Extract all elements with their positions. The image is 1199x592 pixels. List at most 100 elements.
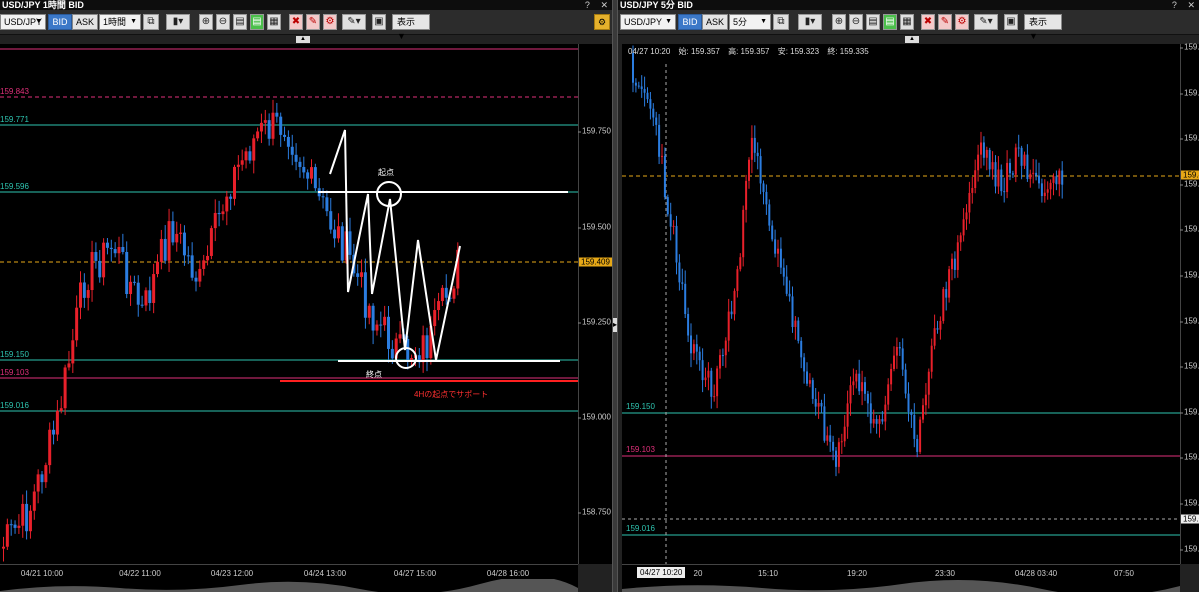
- candle-body: [379, 324, 383, 326]
- bid-button[interactable]: BID: [678, 14, 702, 30]
- candle-body: [302, 166, 306, 173]
- candle-body: [858, 373, 861, 392]
- candle-body: [1009, 162, 1011, 174]
- collapse-toolbar-icon[interactable]: ▲: [296, 36, 310, 43]
- candle-body: [1043, 192, 1046, 197]
- candle-body: [632, 52, 634, 83]
- grid-icon[interactable]: ▦: [267, 14, 281, 30]
- window-icon[interactable]: ▤: [233, 14, 247, 30]
- candle-body: [800, 340, 803, 358]
- candle-body: [840, 441, 843, 443]
- help-icon[interactable]: ?: [585, 0, 590, 10]
- draw-tool-icon[interactable]: ✎▾: [342, 14, 366, 30]
- candle-body: [209, 228, 213, 256]
- candle-body: [9, 524, 13, 526]
- settings-indicator-icon[interactable]: ⚙: [955, 14, 969, 30]
- zoom-out-icon[interactable]: ⊖: [849, 14, 863, 30]
- time-axis[interactable]: 04/21 10:00 04/22 11:00 04/23 12:00 04/2…: [0, 564, 578, 592]
- candle-body: [2, 546, 5, 549]
- bid-button[interactable]: BID: [48, 14, 72, 30]
- candle-body: [1032, 172, 1035, 174]
- candle-body: [148, 290, 152, 303]
- annotation-support: 4Hの起点でサポート: [414, 390, 489, 399]
- candle-body: [225, 196, 229, 212]
- zoom-in-icon[interactable]: ⊕: [199, 14, 213, 30]
- timeframe-select[interactable]: 1時間 ▼: [99, 14, 141, 30]
- chevron-right-icon[interactable]: ▸: [613, 318, 617, 332]
- candle-body: [698, 351, 701, 361]
- layout-icon[interactable]: ▤: [250, 14, 264, 30]
- close-icon[interactable]: ✕: [600, 0, 608, 10]
- display-menu-button[interactable]: 表示 ▼: [1024, 14, 1062, 41]
- draw-tool-icon[interactable]: ✎▾: [974, 14, 998, 30]
- candle-body: [144, 290, 148, 306]
- price-chart[interactable]: 04/27 10:20 始: 159.357 高: 159.357 安: 159…: [622, 44, 1180, 564]
- candle-body: [832, 441, 835, 451]
- display-menu-button[interactable]: 表示 ▼: [392, 14, 430, 41]
- link-icon[interactable]: ⧉: [143, 14, 159, 30]
- remove-indicator-icon[interactable]: ✖: [921, 14, 935, 30]
- chart-type-icon[interactable]: ▮▾: [798, 14, 822, 30]
- close-icon[interactable]: ✕: [1187, 0, 1195, 10]
- symbol-select[interactable]: USD/JPY ▼: [0, 14, 46, 30]
- chart-type-icon[interactable]: ▮▾: [166, 14, 190, 30]
- edit-indicator-icon[interactable]: ✎: [306, 14, 320, 30]
- edit-indicator-icon[interactable]: ✎: [938, 14, 952, 30]
- candle-body: [156, 261, 159, 275]
- time-label: 20: [693, 569, 703, 578]
- timeframe-select[interactable]: 5分 ▼: [729, 14, 771, 30]
- price-tick: 159.050: [1180, 499, 1199, 508]
- candle-body: [791, 296, 794, 328]
- zoom-out-icon[interactable]: ⊖: [216, 14, 230, 30]
- ohlc-readout: 04/27 10:20 始: 159.357 高: 159.357 安: 159…: [628, 46, 875, 57]
- navigator-minimap[interactable]: [0, 579, 578, 592]
- chart-panel-5m: USD/JPY 5分 BID ? ✕ USD/JPY ▼ BID ASK 5分 ▼ …: [618, 0, 1199, 592]
- price-axis[interactable]: 159.550 159.500 159.450 159.400 159.350 …: [1180, 43, 1199, 564]
- layout-icon[interactable]: ▤: [883, 14, 897, 30]
- candle-body: [945, 289, 948, 298]
- candle-body: [360, 272, 364, 277]
- symbol-select[interactable]: USD/JPY ▼: [620, 14, 676, 30]
- candle-body: [898, 347, 901, 349]
- zoom-in-icon[interactable]: ⊕: [832, 14, 846, 30]
- candle-body: [846, 403, 849, 427]
- candle-body: [1049, 182, 1052, 190]
- price-tick: 159.100: [1180, 453, 1199, 462]
- link-icon[interactable]: ⧉: [773, 14, 789, 30]
- candle-body: [988, 149, 991, 170]
- candle-body: [437, 301, 441, 311]
- window-icon[interactable]: ▤: [866, 14, 880, 30]
- time-axis[interactable]: 20 15:10 19:20 23:30 04/28 03:40 07:50 0…: [622, 564, 1180, 592]
- candle-body: [666, 197, 669, 215]
- price-chart[interactable]: 159.843 159.771 159.596 159.150 159.103 …: [0, 44, 578, 564]
- price-tick: 159.200: [1180, 362, 1199, 371]
- screenshot-icon[interactable]: ▣: [372, 14, 386, 30]
- annotation-start: 起点: [378, 168, 394, 177]
- candle-body: [363, 272, 367, 318]
- time-label: 04/24 13:00: [303, 569, 347, 578]
- candle-body: [113, 249, 117, 254]
- ask-button[interactable]: ASK: [72, 14, 98, 30]
- settings-indicator-icon[interactable]: ⚙: [323, 14, 337, 30]
- candle-body: [340, 226, 344, 261]
- collapse-toolbar-icon[interactable]: ▲: [905, 36, 919, 43]
- candle-body: [872, 419, 875, 424]
- candle-body: [36, 474, 40, 492]
- candle-body: [105, 242, 109, 248]
- navigator-minimap[interactable]: [622, 579, 1180, 592]
- help-icon[interactable]: ?: [1172, 0, 1177, 10]
- candle-body: [1000, 169, 1003, 192]
- candle-body: [198, 268, 202, 282]
- candle-body: [837, 442, 840, 467]
- price-axis[interactable]: 159.750 159.500 159.250 159.000 158.750 …: [578, 44, 612, 564]
- config-icon[interactable]: ⚙: [594, 14, 610, 30]
- screenshot-icon[interactable]: ▣: [1004, 14, 1018, 30]
- candle-body: [768, 204, 771, 226]
- remove-indicator-icon[interactable]: ✖: [289, 14, 303, 30]
- ask-button[interactable]: ASK: [702, 14, 728, 30]
- candle-body: [849, 385, 852, 404]
- grid-icon[interactable]: ▦: [900, 14, 914, 30]
- candle-body: [283, 134, 287, 137]
- candle-body: [171, 221, 175, 243]
- ohlc-close: 終: 159.335: [827, 47, 869, 56]
